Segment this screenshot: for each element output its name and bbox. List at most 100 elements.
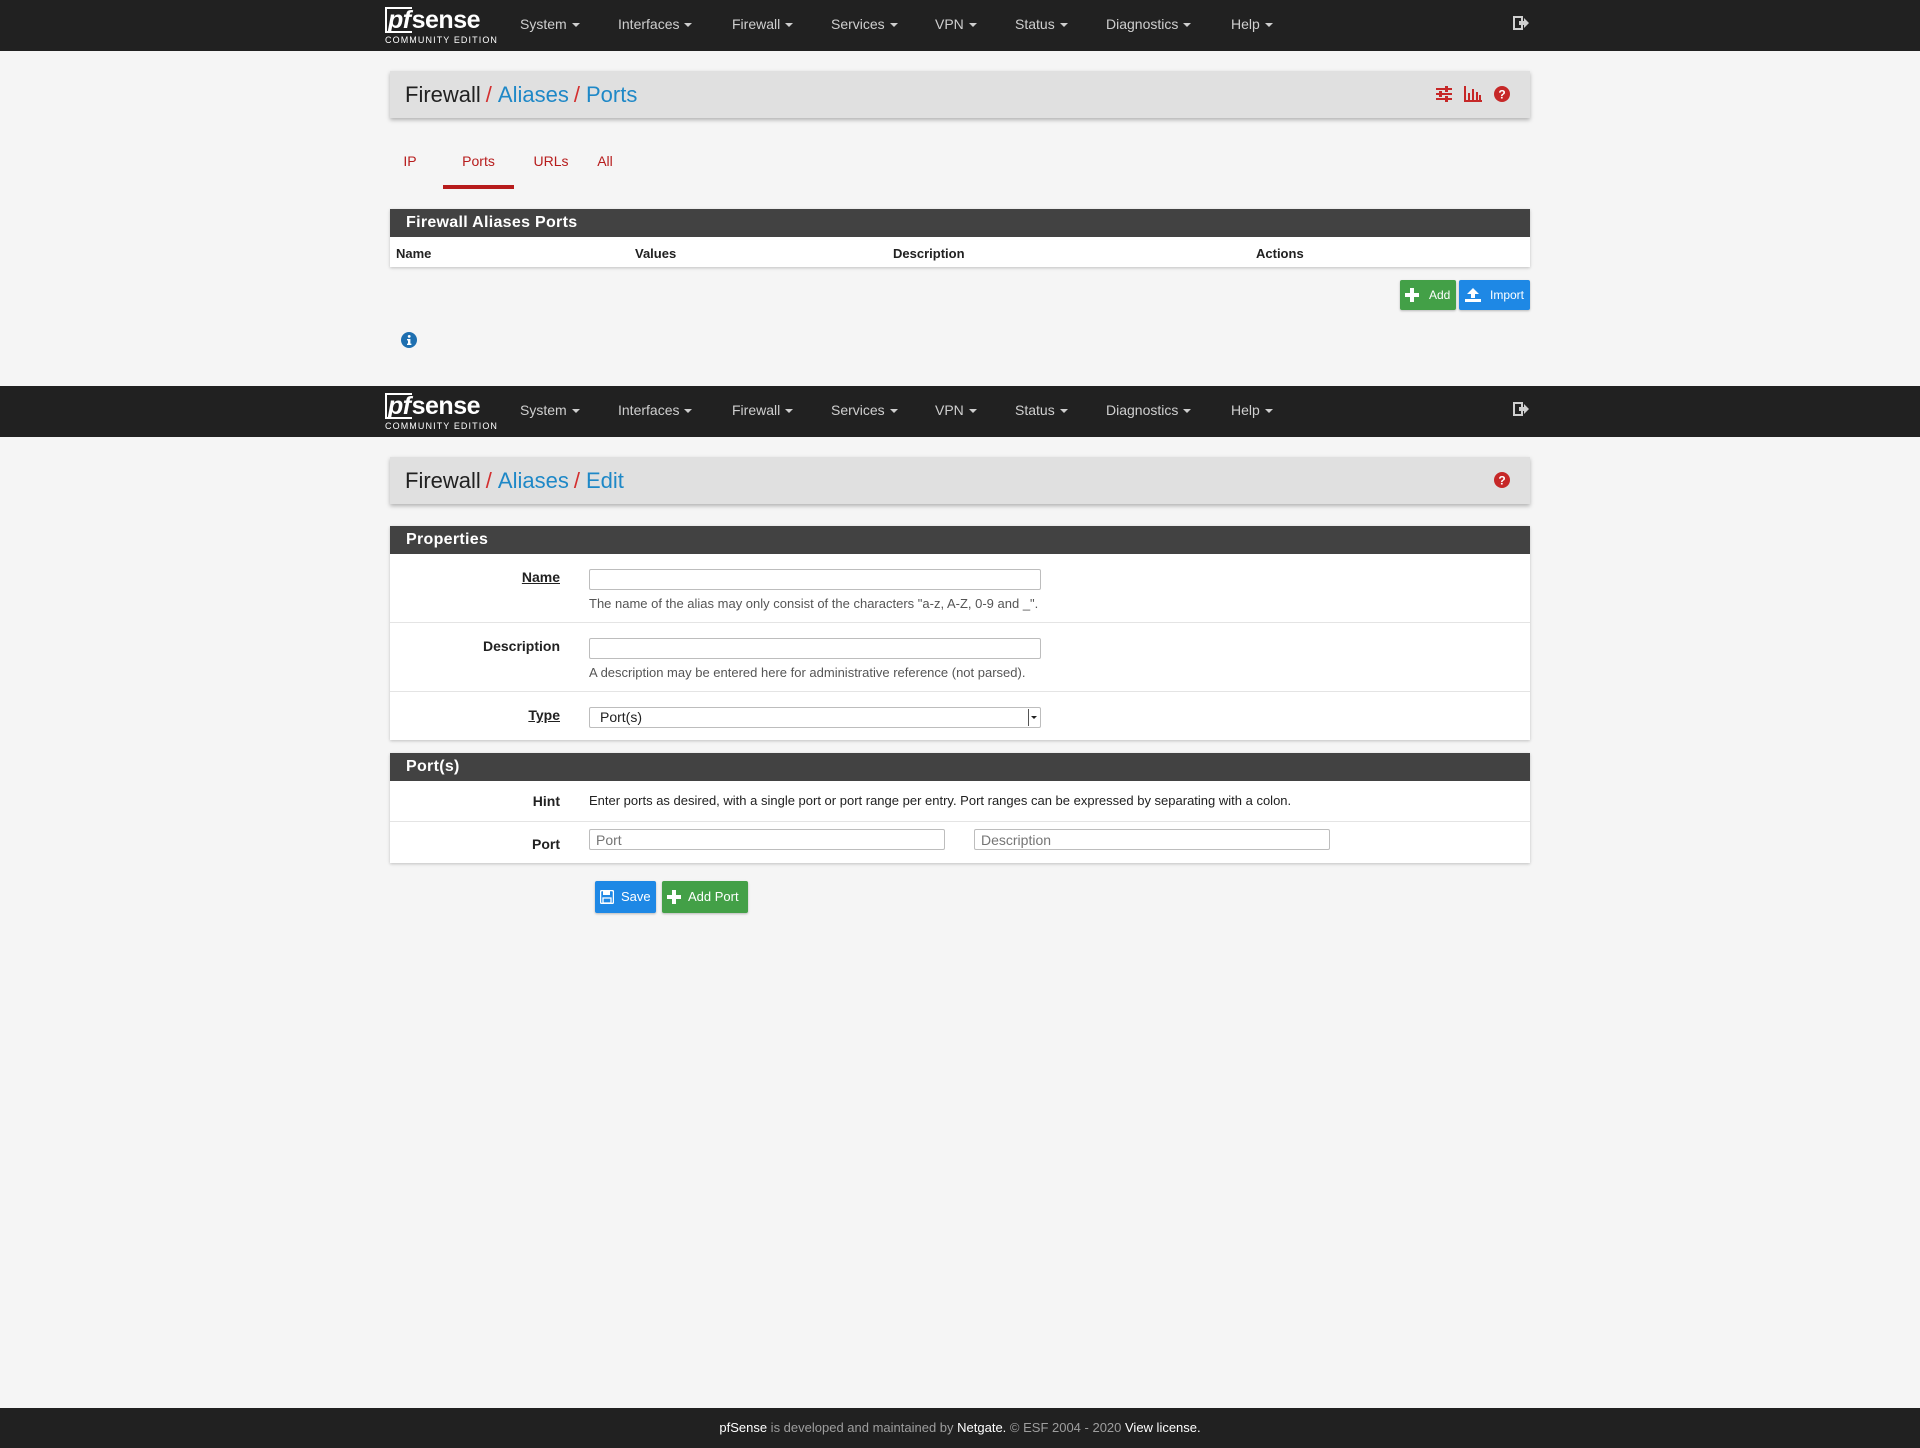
upload-icon (1465, 288, 1481, 302)
caret-down-icon (968, 409, 977, 414)
logout-icon[interactable] (1513, 15, 1530, 31)
logout-icon[interactable] (1513, 401, 1530, 417)
type-row: Type Port(s) (390, 692, 1530, 740)
hint-text: Enter ports as desired, with a single po… (589, 793, 1292, 808)
menu-status[interactable]: Status (1015, 386, 1068, 437)
breadcrumb: Firewall / Aliases / Edit (405, 468, 624, 493)
top-navbar: pfsense COMMUNITY EDITION System Interfa… (0, 0, 1920, 51)
menu-diagnostics[interactable]: Diagnostics (1106, 386, 1192, 437)
type-select-value: Port(s) (600, 709, 642, 725)
caret-down-icon (1264, 23, 1273, 28)
menu-help[interactable]: Help (1231, 0, 1273, 51)
hint-label: Hint (532, 793, 560, 809)
caret-down-icon (785, 23, 794, 28)
port-label: Port (532, 836, 560, 852)
type-label: Type (528, 707, 560, 723)
settings-sliders-icon[interactable] (1436, 86, 1453, 102)
port-row: Port (390, 822, 1530, 863)
tab-ip[interactable]: IP (390, 140, 430, 185)
menu-firewall[interactable]: Firewall (732, 0, 794, 51)
column-header-description[interactable]: Description (893, 246, 965, 261)
select-arrow-icon (1028, 709, 1039, 726)
breadcrumb-edit-link[interactable]: Edit (586, 468, 624, 493)
floppy-disk-icon (600, 890, 614, 904)
menu-services[interactable]: Services (831, 0, 898, 51)
port-description-input[interactable] (974, 829, 1330, 850)
menu-interfaces[interactable]: Interfaces (618, 386, 693, 437)
info-icon[interactable] (401, 332, 417, 348)
name-input[interactable] (589, 569, 1041, 590)
footer-copyright: © ESF 2004 - 2020 (1006, 1420, 1125, 1435)
breadcrumb-aliases-link[interactable]: Aliases (498, 468, 569, 493)
caret-down-icon (571, 23, 580, 28)
tab-urls[interactable]: URLs (528, 140, 574, 185)
caret-down-icon (684, 409, 693, 414)
port-input[interactable] (589, 829, 945, 850)
brand-subtitle: COMMUNITY EDITION (385, 421, 499, 431)
menu-diagnostics[interactable]: Diagnostics (1106, 0, 1192, 51)
breadcrumb-bar-edit: Firewall / Aliases / Edit ? (390, 457, 1530, 504)
pfsense-logo[interactable]: pfsense COMMUNITY EDITION (384, 5, 497, 47)
caret-down-icon (1183, 23, 1192, 28)
column-header-actions: Actions (1256, 246, 1304, 261)
breadcrumb: Firewall / Aliases / Ports (405, 82, 638, 107)
pfsense-logo[interactable]: pfsense COMMUNITY EDITION (384, 391, 497, 433)
name-help-text: The name of the alias may only consist o… (589, 596, 1039, 611)
footer-netgate-link[interactable]: Netgate. (957, 1420, 1006, 1435)
breadcrumb-firewall: Firewall (405, 82, 481, 107)
menu-vpn[interactable]: VPN (935, 386, 977, 437)
caret-down-icon (1059, 409, 1068, 414)
svg-text:?: ? (1498, 88, 1505, 102)
plus-icon (1405, 288, 1419, 302)
add-alias-button[interactable]: Add (1400, 280, 1456, 310)
help-icon[interactable]: ? (1494, 472, 1510, 488)
logo-sense: sense (411, 392, 481, 420)
properties-title: Properties (390, 526, 1530, 554)
description-help-text: A description may be entered here for ad… (589, 665, 1026, 680)
panel-title: Firewall Aliases Ports (390, 209, 1530, 237)
menu-help[interactable]: Help (1231, 386, 1273, 437)
caret-down-icon (1264, 409, 1273, 414)
aliases-ports-panel: Firewall Aliases Ports Name Values Descr… (390, 209, 1530, 267)
bar-chart-icon[interactable] (1464, 86, 1483, 102)
help-icon[interactable]: ? (1494, 86, 1510, 102)
logo-pf: pf (385, 393, 412, 419)
top-navbar-edit: pfsense COMMUNITY EDITION System Interfa… (0, 386, 1920, 437)
properties-panel: Properties Name The name of the alias ma… (390, 526, 1530, 740)
ports-title: Port(s) (390, 753, 1530, 781)
caret-down-icon (684, 23, 693, 28)
description-label: Description (482, 638, 560, 654)
footer-brand: pfSense (719, 1420, 768, 1435)
menu-vpn[interactable]: VPN (935, 0, 977, 51)
footer: pfSense is developed and maintained by N… (0, 1408, 1920, 1448)
caret-down-icon (1059, 23, 1068, 28)
menu-services[interactable]: Services (831, 386, 898, 437)
add-port-button[interactable]: Add Port (662, 881, 748, 913)
import-alias-button[interactable]: Import (1459, 280, 1530, 310)
column-header-name[interactable]: Name (396, 246, 431, 261)
name-label: Name (521, 569, 560, 585)
tab-ports[interactable]: Ports (443, 140, 514, 189)
footer-license-link[interactable]: View license. (1125, 1420, 1201, 1435)
menu-system[interactable]: System (520, 386, 580, 437)
ports-panel: Port(s) Hint Enter ports as desired, wit… (390, 753, 1530, 863)
description-input[interactable] (589, 638, 1041, 659)
menu-firewall[interactable]: Firewall (732, 386, 794, 437)
footer-text: is developed and maintained by (767, 1420, 958, 1435)
menu-interfaces[interactable]: Interfaces (618, 0, 693, 51)
caret-down-icon (889, 409, 898, 414)
caret-down-icon (571, 409, 580, 414)
column-header-values[interactable]: Values (635, 246, 676, 261)
breadcrumb-aliases-link[interactable]: Aliases (498, 82, 569, 107)
tab-all[interactable]: All (590, 140, 620, 185)
brand-subtitle: COMMUNITY EDITION (385, 35, 499, 45)
name-row: Name The name of the alias may only cons… (390, 554, 1530, 623)
hint-row: Hint Enter ports as desired, with a sing… (390, 781, 1530, 822)
caret-down-icon (889, 23, 898, 28)
save-button[interactable]: Save (595, 881, 656, 913)
menu-system[interactable]: System (520, 0, 580, 51)
breadcrumb-ports-link[interactable]: Ports (586, 82, 637, 107)
menu-status[interactable]: Status (1015, 0, 1068, 51)
breadcrumb-bar: Firewall / Aliases / Ports ? (390, 71, 1530, 118)
type-select[interactable]: Port(s) (589, 707, 1041, 728)
